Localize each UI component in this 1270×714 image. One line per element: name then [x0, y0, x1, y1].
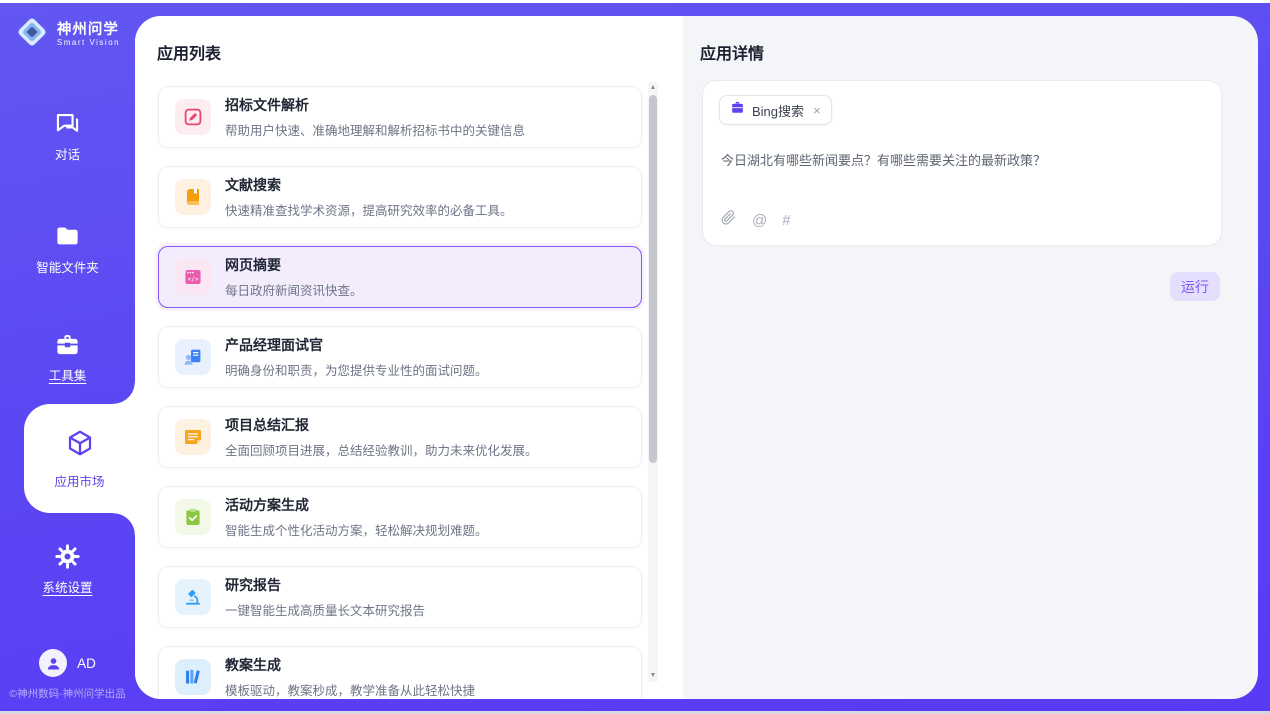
- paperclip-icon[interactable]: [720, 209, 737, 231]
- app-item-lesson-plan[interactable]: 教案生成 模板驱动，教案秒成，教学准备从此轻松快捷: [158, 646, 642, 699]
- app-item-desc: 每日政府新闻资讯快查。: [225, 280, 363, 299]
- sidebar-item-label: 应用市场: [54, 471, 104, 490]
- scroll-up-icon[interactable]: ▲: [648, 82, 658, 94]
- app-item-tender-parse[interactable]: 招标文件解析 帮助用户快速、准确地理解和解析招标书中的关键信息: [158, 86, 642, 148]
- app-detail-panel: 应用详情 Bing搜索 × 今日湖北有哪些新闻要点？有哪些需要关注的最新政策？: [683, 16, 1258, 699]
- brand-subtitle: Smart Vision: [57, 38, 120, 47]
- microscope-icon: [175, 579, 211, 615]
- scrollbar-thumb[interactable]: [649, 95, 657, 463]
- app-item-project-summary[interactable]: 项目总结汇报 全面回顾项目进展，总结经验教训，助力未来优化发展。: [158, 406, 642, 468]
- books-icon: [175, 659, 211, 695]
- clipboard-check-icon: [175, 499, 211, 535]
- app-list-title: 应用列表: [157, 40, 221, 64]
- app-item-research-report[interactable]: 研究报告 一键智能生成高质量长文本研究报告: [158, 566, 642, 628]
- app-item-desc: 明确身份和职责，为您提供专业性的面试问题。: [225, 360, 488, 379]
- app-item-title: 招标文件解析: [225, 95, 525, 115]
- app-item-title: 项目总结汇报: [225, 415, 538, 435]
- brand-logo: 神州问学 Smart Vision: [0, 15, 135, 54]
- diamond-logo-icon: [15, 15, 49, 54]
- remove-tag-icon[interactable]: ×: [813, 103, 821, 118]
- input-toolbar: @ #: [720, 209, 791, 231]
- folder-icon: [0, 223, 135, 250]
- app-item-title: 网页摘要: [225, 255, 363, 275]
- scrollbar[interactable]: ▲ ▼: [648, 82, 658, 682]
- cube-icon: [65, 428, 95, 463]
- sidebar-item-label: 智能文件夹: [0, 257, 135, 276]
- sidebar-item-label: 系统设置: [0, 577, 135, 596]
- sidebar-footer-text: ©神州数码·神州问学出品: [0, 686, 135, 701]
- app-item-pm-interviewer[interactable]: 产品经理面试官 明确身份和职责，为您提供专业性的面试问题。: [158, 326, 642, 388]
- app-item-event-plan[interactable]: 活动方案生成 智能生成个性化活动方案，轻松解决规划难题。: [158, 486, 642, 548]
- app-item-desc: 智能生成个性化活动方案，轻松解决规划难题。: [225, 520, 488, 539]
- top-edge-strip: [0, 0, 1270, 3]
- app-item-desc: 快速精准查找学术资源，提高研究效率的必备工具。: [225, 200, 513, 219]
- mention-icon[interactable]: @: [752, 213, 767, 228]
- svg-text:</>: </>: [188, 276, 199, 283]
- sidebar-item-smart-folder[interactable]: 智能文件夹: [0, 223, 135, 276]
- app-item-desc: 模板驱动，教案秒成，教学准备从此轻松快捷: [225, 680, 475, 699]
- app-item-title: 教案生成: [225, 655, 475, 675]
- app-item-desc: 帮助用户快速、准确地理解和解析招标书中的关键信息: [225, 120, 525, 139]
- book-icon: [175, 179, 211, 215]
- memo-icon: [175, 419, 211, 455]
- interviewer-icon: [175, 339, 211, 375]
- sidebar: 神州问学 Smart Vision 对话 智能文件夹 工具集: [0, 3, 135, 711]
- main-content: 应用列表 招标文件解析 帮助用户快速、准确地理解和解析招标书中的关键信息: [135, 16, 1258, 699]
- app-item-desc: 全面回顾项目进展，总结经验教训，助力未来优化发展。: [225, 440, 538, 459]
- hashtag-icon[interactable]: #: [782, 213, 790, 228]
- scroll-down-icon[interactable]: ▼: [648, 670, 658, 682]
- pen-square-icon: [175, 99, 211, 135]
- app-item-literature-search[interactable]: 文献搜索 快速精准查找学术资源，提高研究效率的必备工具。: [158, 166, 642, 228]
- app-item-title: 文献搜索: [225, 175, 513, 195]
- app-item-web-summary-selected[interactable]: </> 网页摘要 每日政府新闻资讯快查。: [158, 246, 642, 308]
- app-item-title: 产品经理面试官: [225, 335, 488, 355]
- app-detail-title: 应用详情: [700, 40, 764, 64]
- sidebar-item-label: 对话: [0, 144, 135, 163]
- sidebar-item-settings[interactable]: 系统设置: [0, 543, 135, 596]
- toolbox-icon: [0, 331, 135, 358]
- tool-tag-bing-search[interactable]: Bing搜索 ×: [719, 95, 832, 125]
- app-list: 招标文件解析 帮助用户快速、准确地理解和解析招标书中的关键信息 文献搜索 快速精…: [158, 86, 642, 699]
- tool-tag-label: Bing搜索: [752, 101, 804, 120]
- briefcase-icon: [730, 100, 745, 120]
- app-item-desc: 一键智能生成高质量长文本研究报告: [225, 600, 425, 619]
- browser-code-icon: </>: [175, 259, 211, 295]
- sidebar-item-chat[interactable]: 对话: [0, 110, 135, 163]
- user-name: AD: [77, 656, 96, 671]
- run-button[interactable]: 运行: [1170, 272, 1220, 301]
- query-card: Bing搜索 × 今日湖北有哪些新闻要点？有哪些需要关注的最新政策？ @ #: [702, 80, 1222, 246]
- app-list-panel: 应用列表 招标文件解析 帮助用户快速、准确地理解和解析招标书中的关键信息: [135, 16, 683, 699]
- gear-icon: [0, 543, 135, 570]
- brand-name: 神州问学: [57, 22, 120, 39]
- app-item-title: 活动方案生成: [225, 495, 488, 515]
- user-profile[interactable]: AD: [0, 649, 135, 677]
- chat-icon: [0, 110, 135, 137]
- query-input[interactable]: 今日湖北有哪些新闻要点？有哪些需要关注的最新政策？: [721, 151, 1205, 171]
- app-item-title: 研究报告: [225, 575, 425, 595]
- sidebar-item-app-market-active[interactable]: 应用市场: [24, 404, 135, 513]
- sidebar-item-toolset[interactable]: 工具集: [0, 331, 135, 384]
- avatar: [39, 649, 67, 677]
